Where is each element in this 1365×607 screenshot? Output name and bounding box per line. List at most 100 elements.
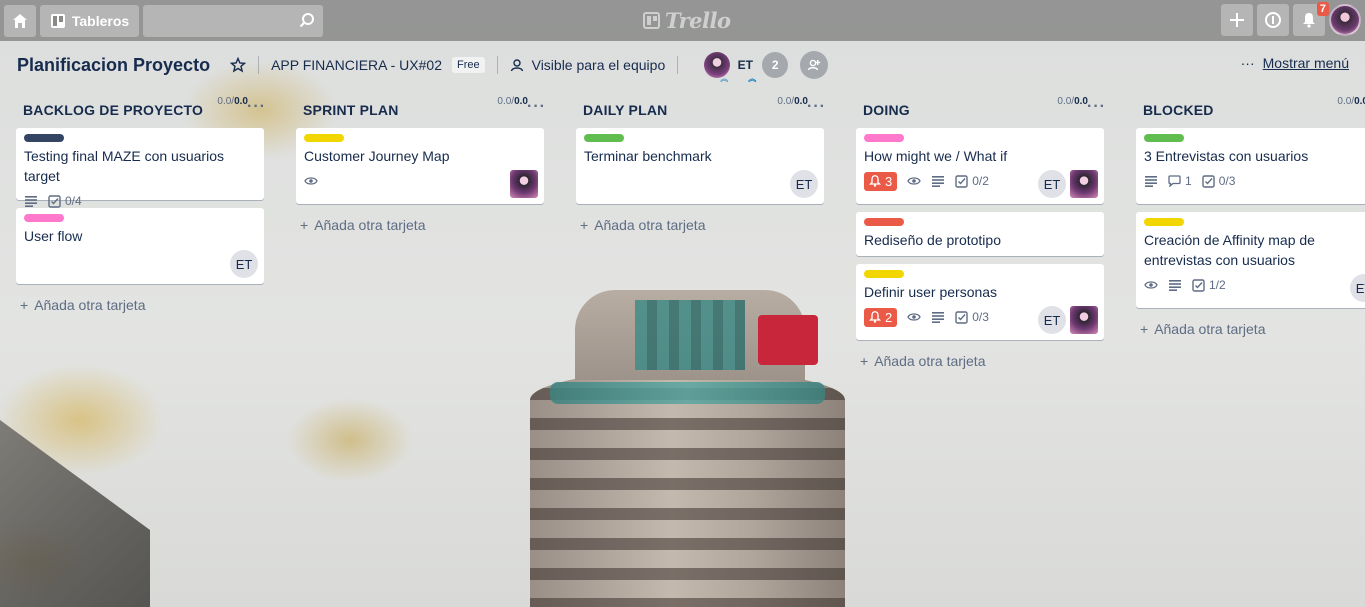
top-navigation-bar: Tableros Trello 7 — [0, 0, 1365, 41]
more-members-count[interactable]: 2 — [762, 52, 789, 78]
member-avatar[interactable]: ︽ — [704, 52, 731, 83]
header-divider — [496, 56, 498, 74]
trello-logo[interactable]: Trello — [643, 7, 731, 33]
card-label[interactable] — [864, 270, 904, 278]
member-avatar-initials[interactable]: ET ︽ — [732, 52, 758, 83]
eye-icon — [1144, 280, 1158, 290]
card[interactable]: How might we / What if 3 0/2 ET — [856, 128, 1104, 204]
list-header[interactable]: BACKLOG DE PROYECTO 0.0/0.0 ··· — [8, 90, 272, 128]
card-member-avatar[interactable]: ET — [1038, 170, 1066, 198]
search-box[interactable] — [143, 4, 323, 37]
card-member-avatar[interactable]: ET — [1038, 306, 1066, 334]
add-card-button[interactable]: + Añada otra tarjeta — [1128, 316, 1365, 342]
add-card-button[interactable]: + Añada otra tarjeta — [288, 212, 552, 238]
list-title[interactable]: DOING — [863, 102, 910, 118]
card[interactable]: User flow ET — [16, 208, 264, 284]
card-label[interactable] — [24, 214, 64, 222]
invite-button[interactable] — [800, 51, 829, 79]
card[interactable]: Terminar benchmark ET — [576, 128, 824, 204]
list-menu-icon[interactable]: ··· — [1087, 98, 1106, 116]
boards-label: Tableros — [71, 12, 130, 29]
list-backlog: BACKLOG DE PROYECTO 0.0/0.0 ··· Testing … — [8, 90, 272, 318]
bell-icon — [869, 311, 881, 323]
list-title[interactable]: BACKLOG DE PROYECTO — [23, 102, 203, 118]
card-title: Definir user personas — [864, 284, 998, 300]
bell-icon — [869, 175, 881, 187]
card-label[interactable] — [304, 134, 344, 142]
list-title[interactable]: BLOCKED — [1143, 102, 1214, 118]
card-title: Testing final MAZE con usuarios target — [24, 148, 224, 184]
user-avatar[interactable] — [1329, 4, 1361, 36]
description-icon — [24, 195, 38, 207]
show-menu-button[interactable]: ··· Mostrar menú — [1241, 55, 1349, 71]
bell-icon — [1303, 13, 1315, 28]
add-card-button[interactable]: + Añada otra tarjeta — [568, 212, 832, 238]
list-menu-icon[interactable]: ··· — [247, 98, 266, 116]
show-menu-label: Mostrar menú — [1262, 55, 1349, 71]
team-name[interactable]: APP FINANCIERA - UX#02 — [271, 57, 442, 73]
background-tower — [530, 290, 845, 607]
card[interactable]: Definir user personas 2 0/3 ET — [856, 264, 1104, 340]
card-member-photo[interactable] — [1070, 306, 1098, 334]
header-divider — [258, 56, 260, 74]
board-members: ︽ ET ︽ 2 — [704, 52, 789, 83]
list-header[interactable]: SPRINT PLAN 0.0/0.0 ··· — [288, 90, 552, 128]
info-button[interactable] — [1257, 4, 1289, 36]
list-title[interactable]: SPRINT PLAN — [303, 102, 399, 118]
card-members — [510, 170, 538, 198]
list-menu-icon[interactable]: ··· — [527, 98, 546, 116]
checklist-badge: 0/3 — [1201, 174, 1235, 188]
plus-icon: + — [1140, 321, 1149, 337]
card[interactable]: 3 Entrevistas con usuarios 1 0/3 — [1136, 128, 1365, 204]
plus-icon: + — [860, 353, 869, 369]
visibility-button[interactable]: Visible para el equipo — [510, 57, 665, 73]
home-button[interactable] — [4, 4, 36, 37]
card-member-photo[interactable] — [510, 170, 538, 198]
team-visibility-icon — [510, 59, 523, 72]
card[interactable]: Testing final MAZE con usuarios target 0… — [16, 128, 264, 208]
card-label[interactable] — [864, 134, 904, 142]
notifications-button[interactable]: 7 — [1293, 2, 1329, 36]
card[interactable]: Rediseño de prototipo — [856, 212, 1104, 256]
eye-icon — [907, 312, 921, 322]
list-menu-icon[interactable]: ··· — [807, 98, 826, 116]
card-badges — [304, 170, 536, 192]
trello-logo-icon — [643, 11, 660, 29]
card-label[interactable] — [1144, 134, 1184, 142]
card-title: Rediseño de prototipo — [864, 232, 1001, 248]
card-member-avatar[interactable]: ET — [230, 250, 258, 278]
card[interactable]: Creación de Affinity map de entrevistas … — [1136, 212, 1365, 308]
star-icon[interactable] — [230, 57, 247, 73]
create-button[interactable] — [1221, 4, 1253, 36]
list-header[interactable]: DAILY PLAN 0.0/0.0 ··· — [568, 90, 832, 128]
card-label[interactable] — [1144, 218, 1184, 226]
topbar-actions: 7 — [1221, 2, 1361, 36]
card-label[interactable] — [24, 134, 64, 142]
boards-button[interactable]: Tableros — [40, 4, 139, 37]
home-icon — [13, 13, 27, 28]
checklist-icon — [48, 194, 61, 208]
add-card-button[interactable]: + Añada otra tarjeta — [8, 292, 272, 318]
plan-badge: Free — [451, 57, 485, 73]
plus-icon: + — [20, 297, 29, 313]
search-icon[interactable] — [299, 12, 315, 28]
checklist-badge: 1/2 — [1192, 278, 1226, 292]
list-header[interactable]: DOING 0.0/0.0 ··· — [848, 90, 1112, 128]
description-icon — [931, 175, 945, 187]
checklist-badge: 0/2 — [955, 174, 989, 188]
search-input[interactable] — [143, 4, 323, 37]
card-member-avatar[interactable]: ET — [790, 170, 818, 198]
due-badge[interactable]: 2 — [864, 307, 898, 327]
list-title[interactable]: DAILY PLAN — [583, 102, 667, 118]
add-card-button[interactable]: + Añada otra tarjeta — [848, 348, 1112, 374]
card-label[interactable] — [864, 218, 904, 226]
list-header[interactable]: BLOCKED 0.0/0.0 ··· — [1128, 90, 1365, 128]
card-label[interactable] — [584, 134, 624, 142]
due-badge[interactable]: 3 — [864, 171, 898, 191]
info-icon — [1265, 12, 1281, 28]
card-member-photo[interactable] — [1070, 170, 1098, 198]
board-title[interactable]: Planificacion Proyecto — [17, 55, 210, 76]
more-dots-icon: ··· — [1240, 55, 1255, 71]
card[interactable]: Customer Journey Map — [296, 128, 544, 204]
card-member-avatar[interactable]: ET — [1350, 274, 1365, 302]
